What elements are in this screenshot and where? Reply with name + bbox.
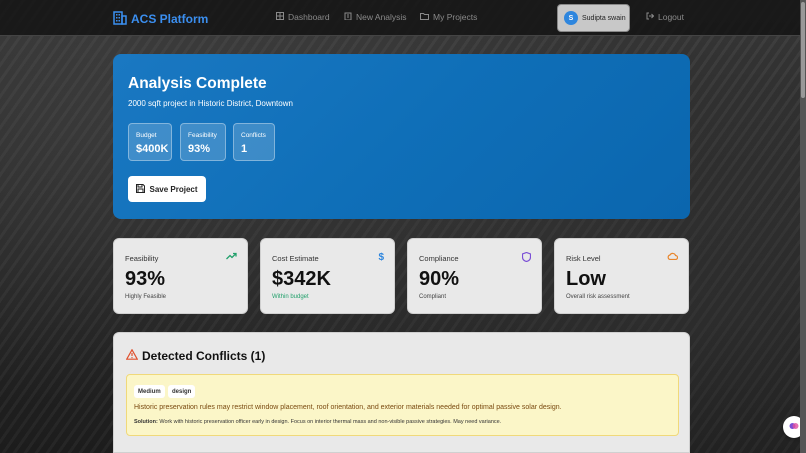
- save-icon: [136, 183, 146, 195]
- metric-note: Within budget: [272, 294, 309, 300]
- grid-icon: [276, 12, 284, 22]
- cloud-icon: [667, 252, 679, 263]
- metric-card-risk: Risk Level Low Overall risk assessment: [554, 238, 689, 314]
- avatar: S: [564, 11, 578, 25]
- metric-note: Compliant: [419, 294, 447, 300]
- stat-conflicts-label: Conflicts: [241, 132, 266, 139]
- brand[interactable]: ACS Platform: [113, 9, 208, 28]
- logout-icon: [646, 12, 655, 22]
- user-name: Sudipta swain: [582, 14, 626, 22]
- user-menu-button[interactable]: S Sudipta swain: [557, 4, 630, 32]
- metric-card-cost: Cost Estimate $ $342K Within budget: [260, 238, 395, 314]
- assistant-icon: [789, 418, 799, 436]
- metric-note: Highly Feasible: [125, 294, 167, 300]
- solution-label: Solution:: [134, 419, 158, 425]
- shield-icon: [521, 251, 532, 265]
- metric-value: Low: [566, 268, 606, 290]
- page-scrollbar[interactable]: [800, 0, 806, 453]
- trending-up-icon: [226, 252, 237, 263]
- conflict-description: Historic preservation rules may restrict…: [134, 404, 562, 411]
- nav-new-analysis-label: New Analysis: [356, 12, 407, 22]
- stat-budget-value: $400K: [136, 143, 169, 155]
- metric-title: Cost Estimate: [272, 254, 319, 263]
- building-logo-icon: [113, 9, 127, 28]
- stat-budget-label: Budget: [136, 132, 157, 139]
- brand-name: ACS Platform: [131, 11, 209, 26]
- top-navbar: ACS Platform Dashboard New Analysis My P…: [0, 0, 806, 36]
- stat-conflicts: Conflicts 1: [233, 123, 275, 161]
- conflicts-heading-row: Detected Conflicts (1): [125, 348, 266, 363]
- stat-conflicts-value: 1: [241, 143, 248, 155]
- solution-text: Work with historic preservation officer …: [159, 419, 502, 425]
- metric-card-feasibility: Feasibility 93% Highly Feasible: [113, 238, 248, 314]
- metric-card-compliance: Compliance 90% Compliant: [407, 238, 542, 314]
- nav-my-projects-label: My Projects: [433, 12, 478, 22]
- dollar-icon: $: [378, 252, 384, 263]
- nav-my-projects[interactable]: My Projects: [420, 12, 477, 22]
- page-title: Analysis Complete: [128, 75, 267, 92]
- conflicts-heading: Detected Conflicts (1): [142, 349, 266, 363]
- building-icon: [344, 12, 352, 22]
- severity-badge: Medium: [134, 385, 165, 398]
- metric-value: 93%: [125, 268, 166, 290]
- nav-dashboard-label: Dashboard: [288, 12, 330, 22]
- logout-label: Logout: [658, 12, 684, 22]
- metric-value: 90%: [419, 268, 460, 290]
- category-badge: design: [168, 385, 196, 398]
- save-project-label: Save Project: [149, 184, 198, 194]
- logout-link[interactable]: Logout: [646, 12, 684, 22]
- metric-value: $342K: [272, 268, 331, 290]
- stat-feasibility: Feasibility 93%: [180, 123, 226, 161]
- analysis-summary-banner: Analysis Complete 2000 sqft project in H…: [113, 54, 690, 219]
- metric-title: Feasibility: [125, 254, 159, 263]
- stat-feasibility-value: 93%: [188, 143, 211, 155]
- warning-icon: [125, 348, 139, 363]
- conflict-solution: Solution: Work with historic preservatio…: [134, 419, 501, 425]
- stat-feasibility-label: Feasibility: [188, 132, 217, 139]
- metric-title: Risk Level: [566, 254, 601, 263]
- nav-new-analysis[interactable]: New Analysis: [344, 12, 407, 22]
- folder-icon: [420, 12, 429, 22]
- scrollbar-thumb[interactable]: [801, 2, 805, 98]
- conflict-item: Medium design Historic preservation rule…: [126, 374, 679, 436]
- metric-title: Compliance: [419, 254, 459, 263]
- conflicts-panel: Detected Conflicts (1) Medium design His…: [113, 332, 690, 453]
- stat-budget: Budget $400K: [128, 123, 172, 161]
- metric-note: Overall risk assessment: [566, 294, 630, 300]
- project-subtitle: 2000 sqft project in Historic District, …: [128, 99, 293, 108]
- save-project-button[interactable]: Save Project: [128, 176, 206, 202]
- nav-dashboard[interactable]: Dashboard: [276, 12, 330, 22]
